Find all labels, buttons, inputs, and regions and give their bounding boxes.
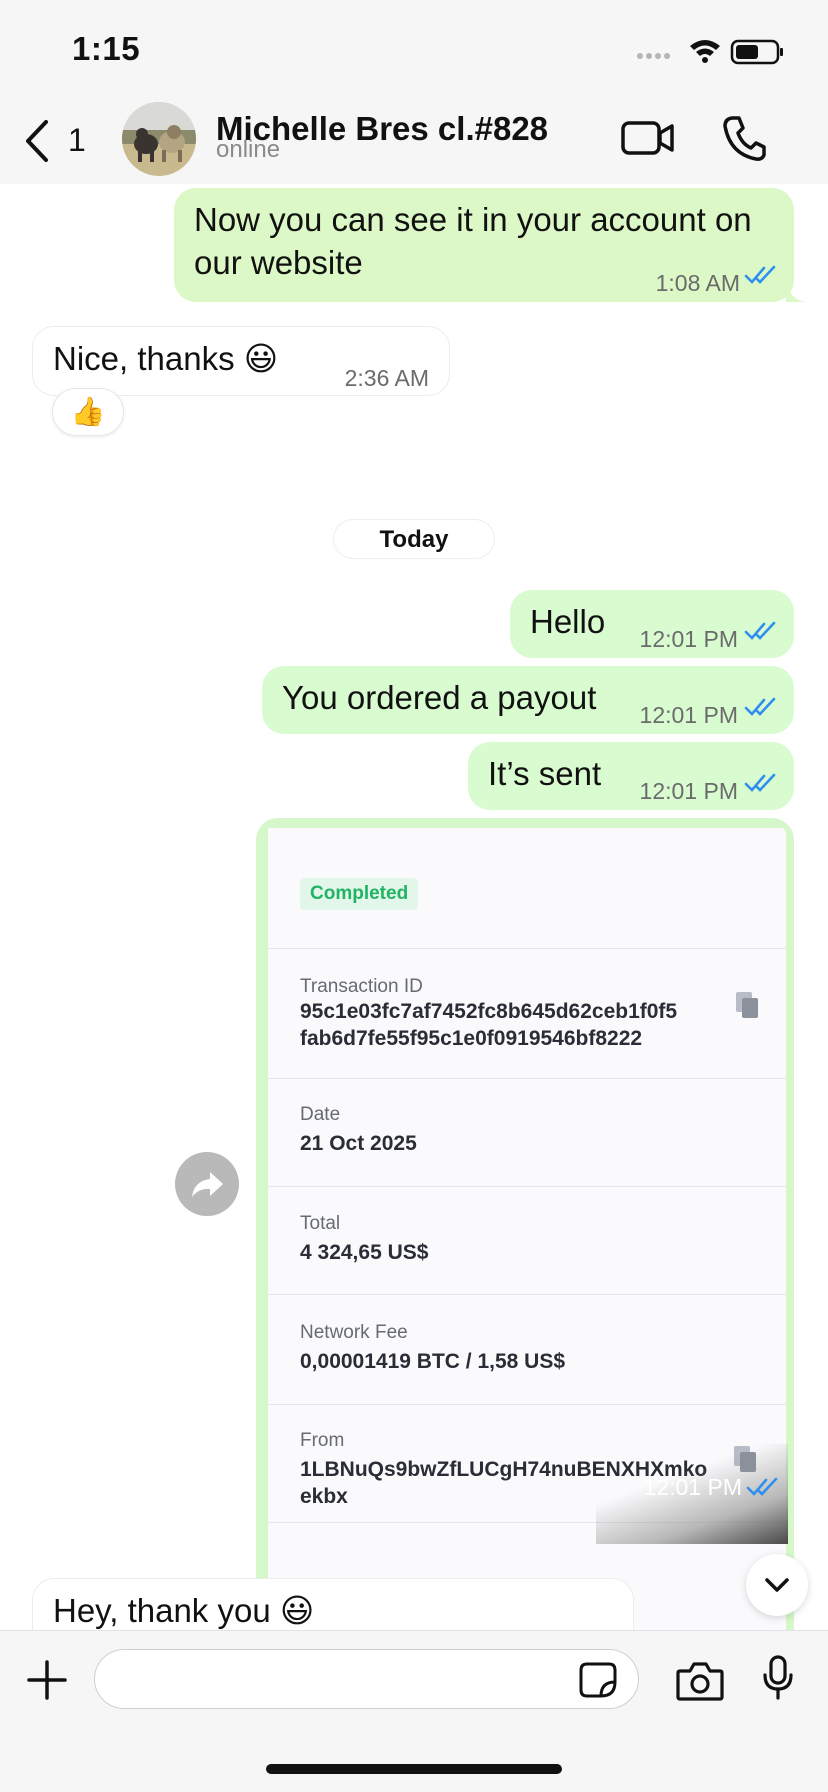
status-badge: Completed — [300, 878, 419, 910]
message-outgoing[interactable]: Now you can see it in your account on ou… — [174, 188, 806, 302]
divider — [268, 1078, 786, 1079]
unread-count: 1 — [68, 122, 86, 158]
message-text: It’s sent — [488, 755, 602, 792]
avatar[interactable] — [122, 102, 196, 176]
message-text: Now you can see it in your account on — [194, 201, 752, 238]
from-label: From — [300, 1430, 345, 1451]
attach-button[interactable] — [26, 1659, 68, 1701]
message-time: 12:01 PM — [643, 1474, 742, 1500]
total-value: 4 324,65 US$ — [300, 1241, 429, 1264]
message-outgoing[interactable]: Hello 12:01 PM — [510, 590, 794, 658]
message-input[interactable] — [94, 1649, 639, 1709]
message-outgoing[interactable]: It’s sent 12:01 PM — [468, 742, 794, 810]
thumbs-up-icon: 👍 — [70, 396, 106, 427]
message-time: 12:01 PM — [639, 778, 738, 804]
status-bar: 1:15 — [0, 0, 828, 92]
network-fee-value: 0,00001419 BTC / 1,58 US$ — [300, 1350, 566, 1373]
microphone-icon — [763, 1655, 793, 1700]
sticker-icon — [579, 1662, 617, 1698]
transaction-id-value-line1: 95c1e03fc7af7452fc8b645d62ceb1f0f5 — [300, 1000, 678, 1023]
message-text: Hey, thank you 😃 — [53, 1592, 315, 1629]
message-time: 12:01 PM — [639, 626, 738, 652]
status-icons — [637, 39, 783, 65]
read-receipt-icon — [746, 1477, 778, 1496]
back-button[interactable]: 1 — [22, 118, 92, 164]
read-receipt-icon — [744, 265, 776, 284]
message-time: 12:01 PM — [639, 702, 738, 728]
read-receipt-icon — [744, 773, 776, 792]
read-receipt-icon — [744, 621, 776, 640]
battery-icon — [730, 39, 783, 65]
network-fee-label: Network Fee — [300, 1322, 408, 1343]
video-camera-icon — [621, 121, 674, 155]
phone-icon — [723, 116, 766, 161]
divider — [268, 1294, 786, 1295]
chat-messages[interactable]: Now you can see it in your account on ou… — [0, 184, 828, 1630]
message-text: You ordered a payout — [282, 679, 597, 716]
message-time: 2:36 AM — [344, 365, 429, 391]
transaction-id-label: Transaction ID — [300, 976, 423, 997]
chevron-down-icon — [765, 1578, 789, 1592]
date-value: 21 Oct 2025 — [300, 1132, 417, 1155]
read-receipt-icon — [744, 697, 776, 716]
chat-header: 1 Michelle Bres cl.#828 online — [0, 92, 828, 184]
contact-status: online — [216, 136, 281, 163]
message-incoming[interactable]: Hey, thank you 😃 — [32, 1578, 634, 1630]
forward-arrow-icon — [192, 1172, 223, 1197]
forward-button[interactable] — [175, 1152, 239, 1216]
chevron-left-icon — [26, 120, 48, 162]
message-text: our website — [194, 244, 363, 281]
video-call-button[interactable] — [620, 118, 676, 158]
copy-icon — [736, 992, 758, 1018]
divider — [268, 948, 786, 949]
from-address-line2: ekbx — [300, 1485, 348, 1508]
scroll-to-bottom-button[interactable] — [746, 1554, 808, 1616]
date-label: Date — [300, 1104, 341, 1125]
status-time: 1:15 — [72, 30, 141, 67]
message-text: Hello — [530, 603, 606, 640]
divider — [268, 1404, 786, 1405]
camera-button[interactable] — [676, 1661, 724, 1701]
total-label: Total — [300, 1213, 341, 1234]
plus-icon — [27, 1660, 67, 1700]
reaction-badge[interactable]: 👍 — [52, 388, 124, 436]
wifi-icon — [690, 40, 720, 63]
cellular-signal-icon — [637, 53, 670, 59]
day-separator: Today — [333, 519, 495, 559]
camera-icon — [676, 1662, 724, 1701]
voice-call-button[interactable] — [722, 114, 766, 162]
transaction-id-value-line2: fab6d7fe55f95c1e0f0919546bf8222 — [300, 1027, 643, 1050]
bubble-tail — [786, 282, 806, 302]
voice-message-button[interactable] — [762, 1655, 794, 1701]
transaction-screenshot-message[interactable]: Completed Transaction ID 95c1e03fc7af745… — [256, 818, 794, 1630]
message-text: Nice, thanks 😃 — [53, 340, 279, 377]
message-time: 1:08 AM — [655, 270, 740, 296]
sticker-button[interactable] — [579, 1662, 617, 1698]
home-indicator — [266, 1764, 562, 1774]
divider — [268, 1186, 786, 1187]
message-outgoing[interactable]: You ordered a payout 12:01 PM — [262, 666, 794, 734]
message-incoming[interactable]: Nice, thanks 😃 2:36 AM — [32, 326, 450, 396]
